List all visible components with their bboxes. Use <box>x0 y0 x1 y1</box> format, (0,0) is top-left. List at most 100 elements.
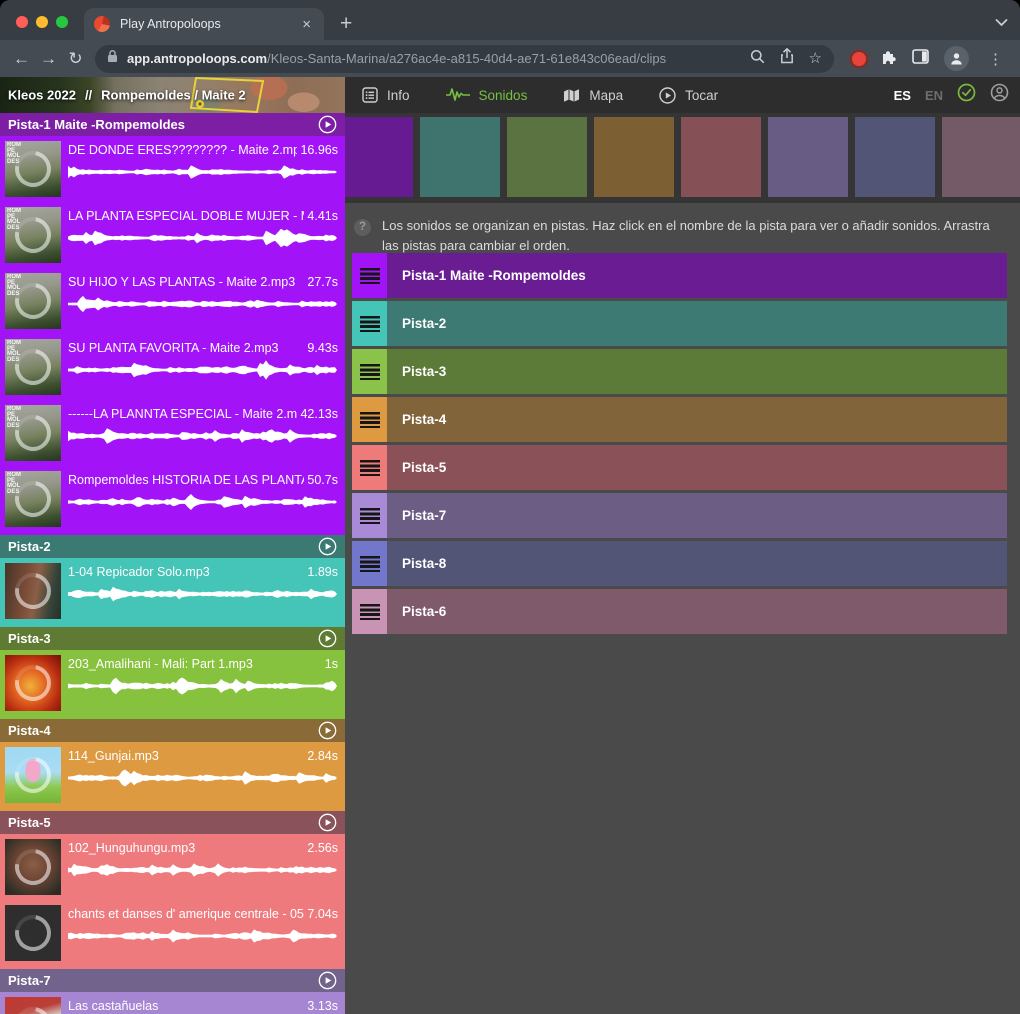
language-es-button[interactable]: ES <box>894 88 911 103</box>
track-row-body[interactable]: Pista-3 <box>387 349 1007 394</box>
play-track-button[interactable] <box>318 115 337 134</box>
tab-sonidos[interactable]: Sonidos <box>446 87 528 103</box>
tab-mapa[interactable]: Mapa <box>563 88 623 103</box>
help-text: Los sonidos se organizan en pistas. Haz … <box>382 216 1004 255</box>
clip-waveform <box>68 489 337 515</box>
audio-clip[interactable]: chants et danses d' amerique centrale - … <box>0 900 345 966</box>
window-close-button[interactable] <box>16 16 28 28</box>
track-row[interactable]: Pista-3 <box>352 349 1007 394</box>
track-row-body[interactable]: Pista-4 <box>387 397 1007 442</box>
new-tab-button[interactable]: + <box>340 13 352 34</box>
track-header[interactable]: Pista-4 <box>0 719 345 742</box>
play-track-button[interactable] <box>318 971 337 990</box>
info-list-icon <box>362 87 378 103</box>
side-panel-icon[interactable] <box>912 49 929 69</box>
share-icon[interactable] <box>780 48 794 69</box>
audio-clip[interactable]: 102_Hunguhungu.mp3 2.56s <box>0 834 345 900</box>
window-zoom-button[interactable] <box>56 16 68 28</box>
clip-title: DE DONDE ERES???????? - Maite 2.mp3 <box>68 143 297 157</box>
address-bar[interactable]: app.antropoloops.com/Kleos-Santa-Marina/… <box>95 45 834 73</box>
account-circle-icon[interactable] <box>990 83 1009 107</box>
track-row[interactable]: Pista-5 <box>352 445 1007 490</box>
profile-avatar[interactable] <box>944 46 969 71</box>
drag-handle[interactable] <box>352 493 387 538</box>
drag-handle[interactable] <box>352 445 387 490</box>
drag-handle[interactable] <box>352 589 387 634</box>
recording-indicator-icon[interactable] <box>852 52 866 66</box>
track-row-body[interactable]: Pista-2 <box>387 301 1007 346</box>
clip-title: LA PLANTA ESPECIAL DOBLE MUJER - Mai... <box>68 209 304 223</box>
clip-meta: LA PLANTA ESPECIAL DOBLE MUJER - Mai... … <box>68 202 338 251</box>
lock-icon[interactable] <box>107 49 118 68</box>
track-header[interactable]: Pista-2 <box>0 535 345 558</box>
track-color-swatch <box>768 117 848 197</box>
drag-handle[interactable] <box>352 253 387 298</box>
browser-tab[interactable]: Play Antropoloops × <box>84 8 324 40</box>
track-row[interactable]: Pista-2 <box>352 301 1007 346</box>
language-en-button[interactable]: EN <box>925 88 943 103</box>
track-row[interactable]: Pista-8 <box>352 541 1007 586</box>
track-row[interactable]: Pista-1 Maite -Rompemoldes <box>352 253 1007 298</box>
tab-info[interactable]: Info <box>362 87 410 103</box>
track-row-label: Pista-6 <box>402 604 446 619</box>
track-header[interactable]: Pista-7 <box>0 969 345 992</box>
audio-clip[interactable]: Las castañuelas 3.13s <box>0 992 345 1014</box>
zoom-icon[interactable] <box>750 49 765 69</box>
clip-thumbnail-label: ROM PE MOL DES <box>7 341 21 363</box>
clip-waveform <box>68 291 337 317</box>
drag-handle[interactable] <box>352 397 387 442</box>
audio-clip[interactable]: 114_Gunjai.mp3 2.84s <box>0 742 345 808</box>
audio-clip[interactable]: ROM PE MOL DES SU HIJO Y LAS PLANTAS - M… <box>0 268 345 334</box>
browser-menu-icon[interactable]: ⋮ <box>984 50 1008 68</box>
project-map-thumbnail[interactable]: Kleos 2022 // Rompemoldes / Maite 2 <box>0 77 345 113</box>
tab-close-icon[interactable]: × <box>299 15 314 34</box>
drag-handle[interactable] <box>352 349 387 394</box>
tab-search-chevron-icon[interactable] <box>995 14 1008 32</box>
track-row-body[interactable]: Pista-6 <box>387 589 1007 634</box>
audio-clip[interactable]: ROM PE MOL DES Rompemoldes HISTORIA DE L… <box>0 466 345 532</box>
back-button[interactable]: ← <box>8 50 35 67</box>
reload-button[interactable]: ↻ <box>62 50 89 67</box>
audio-clip[interactable]: ROM PE MOL DES DE DONDE ERES???????? - M… <box>0 136 345 202</box>
help-question-icon[interactable]: ? <box>354 219 371 236</box>
audio-clip[interactable]: ROM PE MOL DES LA PLANTA ESPECIAL DOBLE … <box>0 202 345 268</box>
sync-check-icon[interactable] <box>957 83 976 107</box>
forward-button[interactable]: → <box>35 50 62 67</box>
track-row-body[interactable]: Pista-8 <box>387 541 1007 586</box>
breadcrumb-project[interactable]: Kleos 2022 <box>8 88 76 103</box>
track-header[interactable]: Pista-5 <box>0 811 345 834</box>
track-row[interactable]: Pista-7 <box>352 493 1007 538</box>
track-header[interactable]: Pista-1 Maite -Rompemoldes <box>0 113 345 136</box>
audio-clip[interactable]: ROM PE MOL DES SU PLANTA FAVORITA - Mait… <box>0 334 345 400</box>
breadcrumb-section: Rompemoldes / Maite 2 <box>101 88 245 103</box>
audio-clip[interactable]: 203_Amalihani - Mali: Part 1.mp3 1s <box>0 650 345 716</box>
audio-clip[interactable]: 1-04 Repicador Solo.mp3 1.89s <box>0 558 345 624</box>
track-row-body[interactable]: Pista-5 <box>387 445 1007 490</box>
track-row[interactable]: Pista-4 <box>352 397 1007 442</box>
play-track-button[interactable] <box>318 813 337 832</box>
track-row-body[interactable]: Pista-1 Maite -Rompemoldes <box>387 253 1007 298</box>
play-track-button[interactable] <box>318 629 337 648</box>
clip-duration: 4.41s <box>307 209 338 223</box>
drag-handle[interactable] <box>352 541 387 586</box>
window-minimize-button[interactable] <box>36 16 48 28</box>
track-row-body[interactable]: Pista-7 <box>387 493 1007 538</box>
extensions-puzzle-icon[interactable] <box>880 48 897 70</box>
clip-thumbnail <box>5 839 61 895</box>
tab-tocar[interactable]: Tocar <box>659 87 718 104</box>
clip-title: Las castañuelas <box>68 999 158 1013</box>
clip-thumbnail-label: ROM PE MOL DES <box>7 473 21 495</box>
audio-clip[interactable]: ROM PE MOL DES ------LA PLANNTA ESPECIAL… <box>0 400 345 466</box>
drag-handle-icon <box>360 604 380 620</box>
track-section: Pista-3 203_Amalihani - Mali: Part 1.mp3… <box>0 627 345 719</box>
track-color-swatch <box>594 117 674 197</box>
play-track-button[interactable] <box>318 721 337 740</box>
track-header[interactable]: Pista-3 <box>0 627 345 650</box>
play-track-button[interactable] <box>318 537 337 556</box>
browser-toolbar: ← → ↻ app.antropoloops.com/Kleos-Santa-M… <box>0 40 1020 77</box>
track-row[interactable]: Pista-6 <box>352 589 1007 634</box>
drag-handle-icon <box>360 556 380 572</box>
loading-ring-icon <box>8 842 58 892</box>
bookmark-star-icon[interactable]: ☆ <box>809 51 822 66</box>
drag-handle[interactable] <box>352 301 387 346</box>
